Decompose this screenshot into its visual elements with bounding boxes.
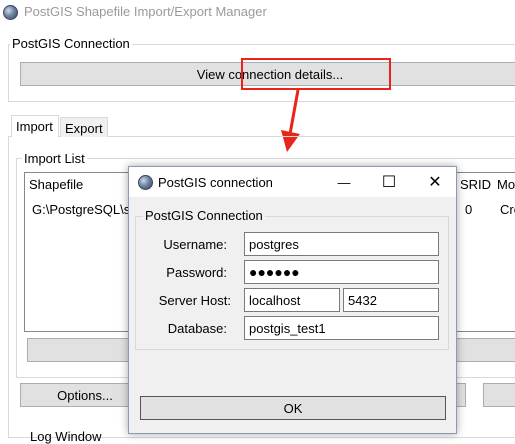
table-cell-shapefile[interactable]: G:\PostgreSQL\s — [32, 202, 130, 217]
tab-export[interactable]: Export — [60, 117, 108, 137]
table-cell-mode[interactable]: Cre — [500, 202, 515, 217]
port-field[interactable]: 5432 — [343, 288, 439, 312]
port-value: 5432 — [348, 292, 377, 308]
password-field[interactable]: ●●●●●● — [244, 260, 439, 284]
password-value: ●●●●●● — [249, 264, 300, 280]
server-host-label: Server Host: — [158, 293, 231, 308]
connection-dialog: PostGIS connection — ☐ ✕ PostGIS Connect… — [128, 166, 457, 434]
database-label: Database: — [167, 321, 227, 336]
dialog-logo-icon — [138, 175, 153, 190]
table-cell-srid[interactable]: 0 — [465, 202, 472, 217]
connection-group-label: PostGIS Connection — [10, 36, 132, 51]
server-host-value: localhost — [249, 292, 301, 308]
dialog-title: PostGIS connection — [158, 175, 273, 190]
minimize-icon[interactable]: — — [332, 171, 356, 193]
window-title: PostGIS Shapefile Import/Export Manager — [24, 4, 267, 19]
ok-button[interactable]: OK — [140, 396, 446, 420]
tab-import-label: Import — [16, 119, 53, 134]
ok-button-label: OK — [283, 400, 303, 416]
highlight-box — [241, 58, 391, 90]
database-value: postgis_test1 — [249, 320, 326, 336]
dialog-group-label: PostGIS Connection — [143, 208, 265, 223]
column-header-srid[interactable]: SRID — [460, 177, 491, 192]
import-list-label: Import List — [22, 151, 87, 166]
server-host-field[interactable]: localhost — [244, 288, 340, 312]
tab-export-label: Export — [65, 121, 103, 136]
column-header-mode[interactable]: Mo — [497, 177, 515, 192]
maximize-icon[interactable]: ☐ — [377, 171, 401, 193]
tab-import[interactable]: Import — [11, 115, 59, 137]
username-field[interactable]: postgres — [244, 232, 439, 256]
password-label: Password: — [166, 265, 227, 280]
database-field[interactable]: postgis_test1 — [244, 316, 439, 340]
dialog-titlebar[interactable]: PostGIS connection — ☐ ✕ — [129, 167, 456, 197]
column-header-shapefile[interactable]: Shapefile — [29, 177, 83, 192]
close-icon[interactable]: ✕ — [423, 171, 447, 193]
options-button-label: Options... — [57, 387, 113, 403]
app-logo-icon — [3, 5, 18, 20]
username-label: Username: — [163, 237, 227, 252]
cancel-button[interactable] — [483, 383, 515, 407]
username-value: postgres — [249, 236, 299, 252]
